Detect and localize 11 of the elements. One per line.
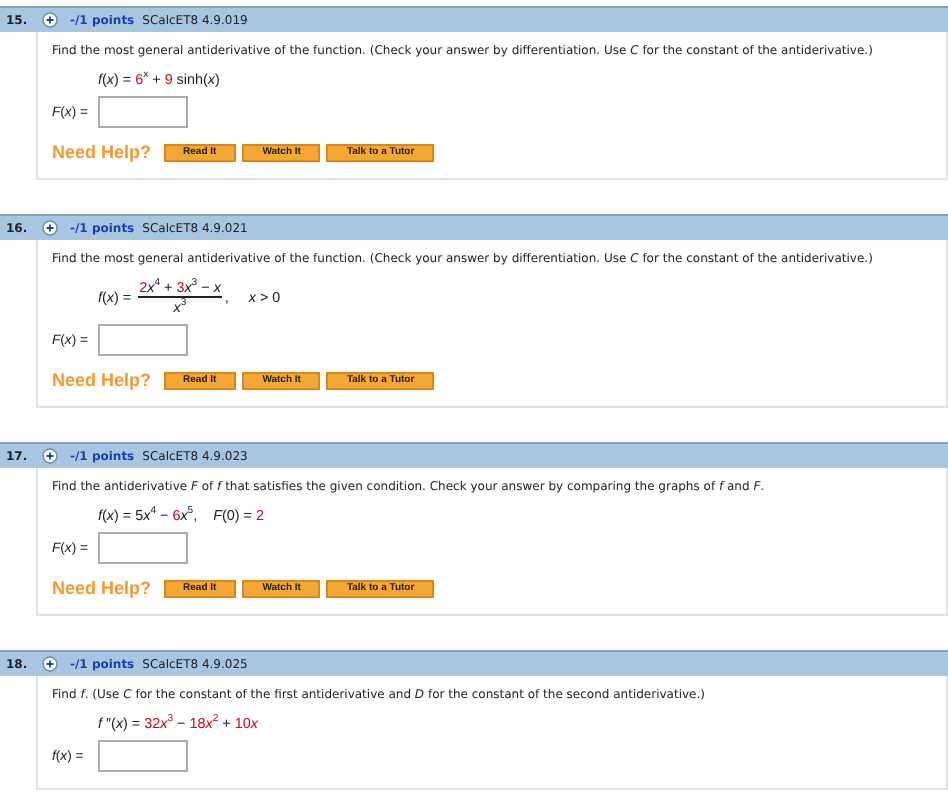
plus-circle-icon[interactable] [42, 220, 58, 236]
plus-circle-icon[interactable] [42, 12, 58, 28]
need-help-label: Need Help? [52, 578, 152, 598]
plus-circle-icon[interactable] [42, 656, 58, 672]
need-help-label: Need Help? [52, 370, 152, 390]
need-help-label: Need Help? [52, 142, 152, 162]
plus-circle-icon[interactable] [42, 448, 58, 464]
answer-field[interactable] [98, 740, 188, 772]
answer-field[interactable] [98, 532, 188, 564]
answer-field[interactable] [98, 324, 188, 356]
answer-field[interactable] [98, 96, 188, 128]
